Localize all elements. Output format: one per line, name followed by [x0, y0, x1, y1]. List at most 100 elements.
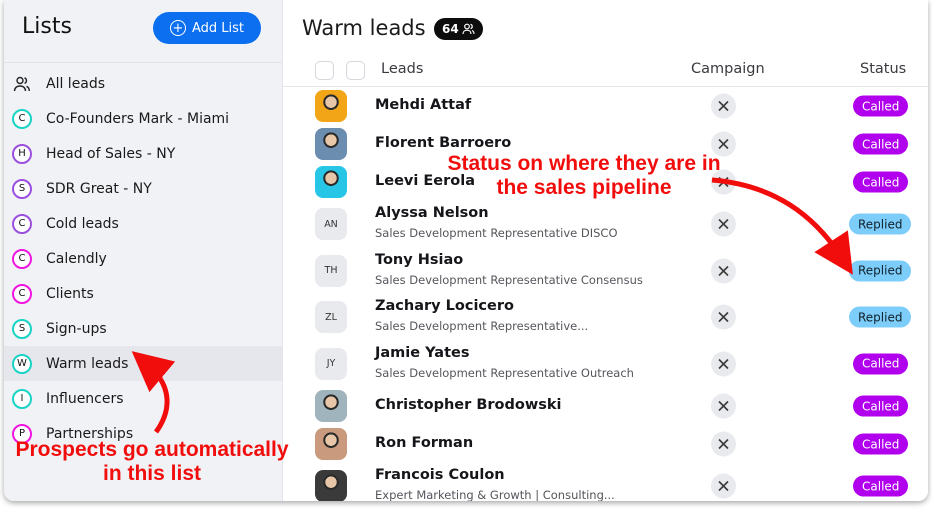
status-badge[interactable]: Called — [853, 353, 909, 375]
close-icon — [718, 358, 729, 369]
sidebar-header: Lists + Add List — [4, 0, 282, 63]
leads-panel: Warm leads 64 Leads Campaign Status Mehd… — [283, 0, 928, 501]
table-header: Leads Campaign Status — [283, 58, 928, 87]
status-badge[interactable]: Replied — [849, 306, 912, 328]
avatar: ZL — [315, 301, 347, 334]
no-campaign-button[interactable] — [711, 258, 736, 284]
sidebar-item-label: Sign-ups — [46, 320, 107, 337]
close-icon — [718, 312, 729, 323]
lists-sidebar: Lists + Add List All leads C Co-Founders M… — [4, 0, 283, 501]
list-letter-icon: S — [12, 178, 32, 199]
status-badge[interactable]: Replied — [849, 260, 912, 282]
column-header-campaign[interactable]: Campaign — [691, 61, 765, 77]
lead-title: Sales Development Representative Outreac… — [375, 365, 634, 380]
leads-table-body: Mehdi Attaf Called Florent Barroero Called L… — [283, 87, 928, 501]
table-row[interactable]: AN Alyssa Nelson Sales Development Represe… — [283, 201, 928, 248]
lead-name[interactable]: Florent Barroero — [375, 135, 511, 151]
no-campaign-button[interactable] — [711, 93, 736, 119]
close-icon — [718, 100, 729, 112]
table-row[interactable]: ZL Zachary Locicero Sales Development Repr… — [283, 294, 928, 341]
lead-name[interactable]: Tony Hsiao — [375, 252, 463, 268]
lead-name[interactable]: Ron Forman — [375, 435, 473, 451]
status-badge[interactable]: Called — [853, 133, 909, 155]
no-campaign-button[interactable] — [711, 473, 736, 499]
close-icon — [718, 265, 729, 276]
annotation-status-note: Status on where they are in the sales pi… — [447, 152, 721, 199]
sidebar-item-co-founders-mark-miami[interactable]: C Co-Founders Mark - Miami — [4, 101, 282, 136]
no-campaign-button[interactable] — [711, 304, 736, 330]
lead-name[interactable]: Alyssa Nelson — [375, 205, 489, 221]
list-letter-icon: H — [12, 143, 32, 164]
sidebar-item-label: Influencers — [46, 390, 124, 407]
lead-name[interactable]: Francois Coulon — [375, 467, 505, 483]
no-campaign-button[interactable] — [711, 351, 736, 377]
select-page-checkbox[interactable] — [346, 61, 365, 80]
avatar: JY — [315, 347, 347, 380]
lead-title: Expert Marketing & Growth | Consulting..… — [375, 488, 615, 501]
users-icon — [462, 23, 475, 35]
table-row[interactable]: Francois Coulon Expert Marketing & Growth… — [283, 463, 928, 501]
avatar — [315, 470, 347, 501]
sidebar-item-label: All leads — [46, 75, 106, 92]
table-row[interactable]: Ron Forman Called — [283, 425, 928, 463]
lead-title: Sales Development Representative Consens… — [375, 272, 643, 287]
avatar — [315, 428, 347, 460]
status-badge[interactable]: Called — [853, 395, 909, 417]
avatar — [315, 128, 347, 160]
no-campaign-button[interactable] — [711, 211, 736, 237]
select-all-checkbox[interactable] — [315, 61, 334, 80]
status-badge[interactable]: Called — [853, 433, 909, 455]
sidebar-item-cold-leads[interactable]: C Cold leads — [4, 206, 282, 241]
lead-name[interactable]: Zachary Locicero — [375, 298, 514, 314]
status-badge[interactable]: Called — [853, 475, 909, 497]
column-header-status[interactable]: Status — [860, 61, 906, 77]
sidebar-item-label: SDR Great - NY — [46, 180, 152, 197]
avatar — [315, 390, 347, 422]
sidebar-item-head-of-sales-ny[interactable]: H Head of Sales - NY — [4, 136, 282, 171]
avatar — [315, 166, 347, 198]
sidebar-item-label: Clients — [46, 285, 94, 302]
list-letter-icon: C — [12, 108, 32, 129]
status-badge[interactable]: Called — [853, 95, 909, 117]
app-window: Lists + Add List All leads C Co-Founders M… — [4, 0, 928, 501]
list-letter-icon: C — [12, 283, 32, 304]
plus-circle-icon: + — [169, 20, 186, 36]
status-badge[interactable]: Called — [853, 171, 909, 193]
list-letter-icon: W — [12, 353, 32, 374]
list-letter-icon: S — [12, 318, 32, 339]
lead-name[interactable]: Jamie Yates — [375, 345, 470, 361]
add-list-label: Add List — [191, 20, 245, 36]
table-row[interactable]: Christopher Brodowski Called — [283, 387, 928, 425]
sidebar-item-label: Head of Sales - NY — [46, 145, 176, 162]
sidebar-item-sdr-great-ny[interactable]: S SDR Great - NY — [4, 171, 282, 206]
lead-title: Sales Development Representative... — [375, 319, 589, 333]
sidebar-item-label: Cold leads — [46, 215, 119, 232]
sidebar-item-influencers[interactable]: I Influencers — [4, 381, 282, 416]
annotation-list-note: Prospects go automatically in this list — [15, 438, 289, 485]
no-campaign-button[interactable] — [711, 393, 736, 419]
no-campaign-button[interactable] — [711, 431, 736, 457]
add-list-button[interactable]: + Add List — [153, 12, 261, 44]
lead-name[interactable]: Christopher Brodowski — [375, 397, 562, 413]
sidebar-item-calendly[interactable]: C Calendly — [4, 241, 282, 276]
close-icon — [718, 138, 729, 150]
avatar — [315, 90, 347, 122]
list-letter-icon: I — [12, 388, 32, 409]
sidebar-item-all-leads[interactable]: All leads — [4, 66, 282, 101]
sidebar-title: Lists — [22, 14, 72, 39]
page-title: Warm leads — [302, 16, 426, 40]
avatar: TH — [315, 254, 347, 287]
status-badge[interactable]: Replied — [849, 213, 912, 235]
close-icon — [718, 219, 729, 230]
sidebar-item-clients[interactable]: C Clients — [4, 276, 282, 311]
sidebar-item-label: Warm leads — [46, 355, 129, 372]
lead-count: 64 — [442, 22, 459, 36]
column-header-leads[interactable]: Leads — [381, 61, 423, 77]
sidebar-item-sign-ups[interactable]: S Sign-ups — [4, 311, 282, 346]
lead-name[interactable]: Mehdi Attaf — [375, 97, 471, 113]
table-row[interactable]: JY Jamie Yates Sales Development Represent… — [283, 341, 928, 388]
table-row[interactable]: Mehdi Attaf Called — [283, 87, 928, 125]
avatar: AN — [315, 208, 347, 241]
table-row[interactable]: TH Tony Hsiao Sales Development Representa… — [283, 248, 928, 295]
sidebar-item-warm-leads[interactable]: W Warm leads — [4, 346, 282, 381]
